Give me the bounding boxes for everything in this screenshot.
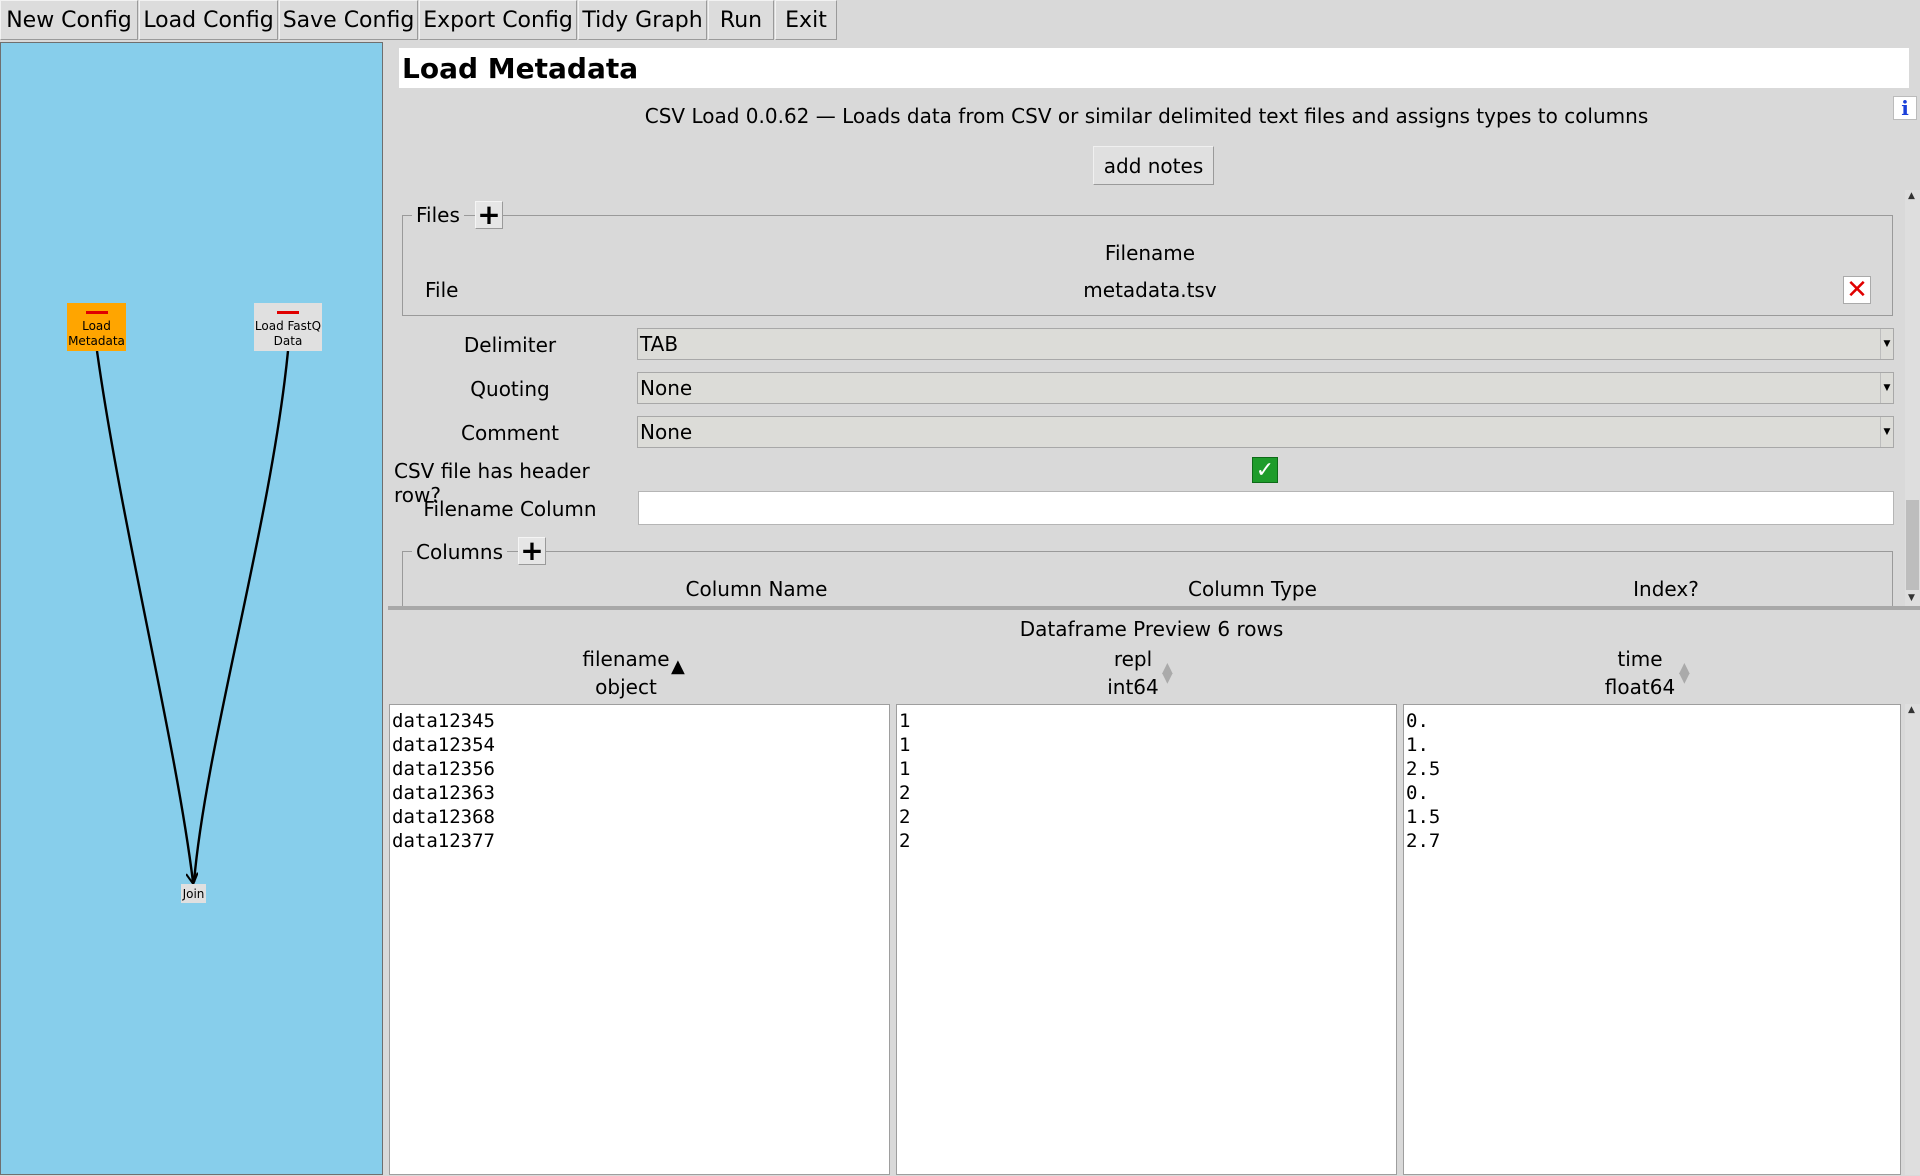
- load-config-button[interactable]: Load Config: [139, 0, 278, 40]
- quoting-value: None: [640, 376, 693, 400]
- export-config-button[interactable]: Export Config: [419, 0, 577, 40]
- preview-scrollbar[interactable]: ▲: [1905, 704, 1920, 1175]
- node-label: Data: [273, 334, 303, 348]
- node-label: Load FastQ: [254, 319, 322, 333]
- cell: 1: [899, 758, 911, 780]
- delimiter-select[interactable]: TAB ▼: [637, 328, 1894, 360]
- preview-column-header-filename[interactable]: filename object: [526, 645, 726, 701]
- file-name-value: metadata.tsv: [1083, 278, 1217, 302]
- column-name: filename: [582, 647, 670, 671]
- graph-edges: [95, 350, 290, 1176]
- column-name-header: Column Name: [685, 577, 828, 601]
- sort-neutral-icon[interactable]: ▲ ▼: [1679, 661, 1690, 685]
- delete-file-icon[interactable]: ✕: [1843, 275, 1871, 305]
- node-label: Join: [182, 887, 205, 901]
- sort-neutral-icon[interactable]: ▲ ▼: [1162, 661, 1173, 685]
- edge-load-metadata-to-join: [95, 350, 193, 882]
- preview-data-column-time[interactable]: 0. 1. 2.5 0. 1.5 2.7: [1403, 704, 1901, 1175]
- cell: 2.7: [1406, 830, 1441, 852]
- cell: 0.: [1406, 710, 1429, 732]
- cell: 2: [899, 806, 911, 828]
- preview-column-header-time[interactable]: time float64: [1540, 645, 1740, 701]
- add-file-button[interactable]: +: [475, 201, 503, 229]
- scroll-up-icon[interactable]: ▲: [1908, 191, 1915, 201]
- cell: 1: [899, 734, 911, 756]
- dropdown-arrow-icon: ▼: [1880, 417, 1893, 447]
- tidy-graph-button[interactable]: Tidy Graph: [578, 0, 707, 40]
- node-title-input[interactable]: Load Metadata: [399, 48, 1909, 88]
- cell: 0.: [1406, 782, 1429, 804]
- node-join[interactable]: Join: [181, 884, 206, 903]
- column-dtype: float64: [1604, 675, 1676, 699]
- save-config-button[interactable]: Save Config: [279, 0, 418, 40]
- comment-value: None: [640, 420, 693, 444]
- file-row-label: File: [425, 278, 459, 302]
- column-name: time: [1617, 647, 1663, 671]
- cell: 1: [899, 710, 911, 732]
- filename-column-input[interactable]: [638, 491, 1894, 525]
- edge-load-fastq-to-join: [192, 350, 290, 883]
- delimiter-label: Delimiter: [463, 333, 557, 357]
- dropdown-arrow-icon: ▼: [1880, 329, 1893, 359]
- header-row-checkbox[interactable]: ✓: [1252, 457, 1278, 483]
- column-type-header: Column Type: [1188, 577, 1317, 601]
- new-config-button[interactable]: New Config: [0, 0, 138, 40]
- filename-header: Filename: [1104, 241, 1196, 265]
- pipeline-graph-canvas[interactable]: Load Metadata Load FastQ Data Join: [0, 42, 383, 1175]
- node-status-bar: [277, 311, 299, 314]
- scroll-up-icon[interactable]: ▲: [1908, 705, 1915, 715]
- filename-column-label: Filename Column: [423, 497, 597, 521]
- cell: data12363: [392, 782, 495, 804]
- scroll-down-icon[interactable]: ▼: [1908, 593, 1915, 603]
- cell: data12368: [392, 806, 495, 828]
- index-header: Index?: [1633, 577, 1699, 601]
- cell: data12354: [392, 734, 495, 756]
- node-label: Load: [82, 319, 111, 333]
- preview-title: Dataframe Preview 6 rows: [1019, 617, 1284, 641]
- run-button[interactable]: Run: [708, 0, 774, 40]
- node-load-metadata[interactable]: Load Metadata: [67, 303, 126, 351]
- scrollbar-thumb[interactable]: [1906, 500, 1919, 590]
- plugin-description: CSV Load 0.0.62 — Loads data from CSV or…: [644, 104, 1649, 128]
- toolbar: New Config Load Config Save Config Expor…: [0, 0, 1920, 42]
- node-label: Metadata: [68, 334, 125, 348]
- node-status-bar: [85, 311, 108, 314]
- preview-column-header-repl[interactable]: repl int64: [1033, 645, 1233, 701]
- delimiter-value: TAB: [640, 332, 679, 356]
- cell: 2: [899, 782, 911, 804]
- columns-legend: Columns: [412, 540, 508, 564]
- preview-data-column-filename[interactable]: data12345 data12354 data12356 data12363 …: [389, 704, 890, 1175]
- quoting-label: Quoting: [470, 377, 550, 401]
- cell: 2.5: [1406, 758, 1441, 780]
- column-dtype: int64: [1107, 675, 1159, 699]
- add-column-button[interactable]: +: [518, 537, 546, 565]
- files-legend: Files: [412, 203, 464, 227]
- preview-data-column-repl[interactable]: 1 1 1 2 2 2: [896, 704, 1397, 1175]
- cell: 2: [899, 830, 911, 852]
- config-scrollbar[interactable]: ▲ ▼: [1905, 190, 1920, 606]
- comment-label: Comment: [461, 421, 559, 445]
- column-dtype: object: [595, 675, 657, 699]
- cell: data12345: [392, 710, 495, 732]
- comment-select[interactable]: None ▼: [637, 416, 1894, 448]
- quoting-select[interactable]: None ▼: [637, 372, 1894, 404]
- exit-button[interactable]: Exit: [775, 0, 837, 40]
- cell: 1.5: [1406, 806, 1441, 828]
- column-name: repl: [1113, 647, 1153, 671]
- cell: 1.: [1406, 734, 1429, 756]
- dropdown-arrow-icon: ▼: [1880, 373, 1893, 403]
- cell: data12356: [392, 758, 495, 780]
- pane-divider[interactable]: [388, 606, 1920, 610]
- cell: data12377: [392, 830, 495, 852]
- sort-ascending-icon[interactable]: ▲: [671, 658, 685, 676]
- add-notes-button[interactable]: add notes: [1093, 146, 1214, 185]
- node-load-fastq-data[interactable]: Load FastQ Data: [254, 303, 322, 351]
